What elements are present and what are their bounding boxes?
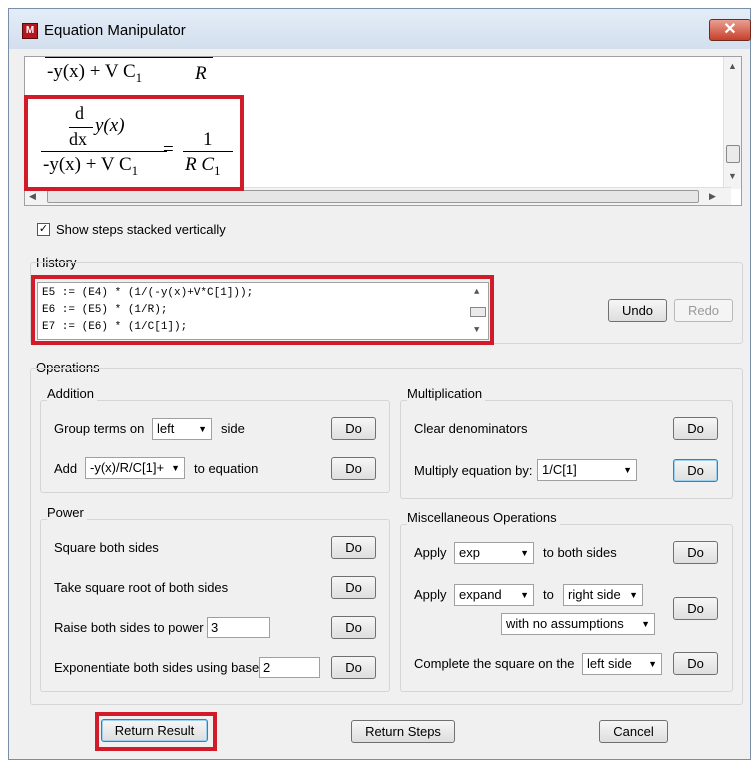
group-side-value: left [157,421,175,436]
square-root-do-button[interactable]: Do [331,576,376,599]
apply-side-value: right side [568,587,621,602]
square-do-button[interactable]: Do [331,536,376,559]
scroll-right-icon[interactable]: ▶ [709,191,716,202]
apply-command-select[interactable]: expand ▼ [454,584,534,606]
multiplication-group [400,400,733,499]
title-bar: M Equation Manipulator ✕ [9,9,751,49]
complete-square-side-value: left side [587,656,632,671]
apply-function-do-button[interactable]: Do [673,541,718,564]
to-label: to [543,587,554,602]
raise-power-input[interactable]: 3 [207,617,270,638]
square-root-label: Take square root of both sides [54,580,229,595]
power-title: Power [47,505,87,520]
show-steps-checkbox[interactable]: ✓ [37,223,50,236]
apply-side-select[interactable]: right side ▼ [563,584,643,606]
apply-label: Apply [414,545,447,560]
square-both-sides-label: Square both sides [54,540,159,555]
assumptions-value: with no assumptions [506,616,624,631]
multiplication-title: Multiplication [407,386,486,401]
window-title: Equation Manipulator [44,22,186,39]
apply-label-2: Apply [414,587,447,602]
math-vscroll-thumb[interactable] [726,145,740,163]
scroll-left-icon[interactable]: ◀ [29,191,36,202]
complete-square-do-button[interactable]: Do [673,652,718,675]
redo-button[interactable]: Redo [674,299,733,322]
multiply-by-label: Multiply equation by: [414,463,533,478]
scroll-up-icon[interactable]: ▲ [728,61,737,71]
add-suffix: to equation [194,461,259,476]
apply-function-value: exp [459,545,480,560]
close-button[interactable]: ✕ [709,19,751,41]
exponentiate-label: Exponentiate both sides using base [54,660,260,675]
eq1-subscript: 1 [135,69,143,85]
group-side-suffix: side [221,421,245,436]
apply-command-value: expand [459,587,502,602]
add-term-select[interactable]: -y(x)/R/C[1]+ ▼ [85,457,185,479]
multiply-do-button[interactable]: Do [673,459,718,482]
show-steps-label: Show steps stacked vertically [56,222,226,237]
add-term-do-button[interactable]: Do [331,457,376,480]
math-vertical-scrollbar[interactable]: ▲ ▼ [723,57,741,189]
multiply-by-select[interactable]: 1/C[1] ▼ [537,459,637,481]
chevron-down-icon: ▼ [198,424,207,434]
group-side-select[interactable]: left ▼ [152,418,212,440]
apply-both-sides-suffix: to both sides [543,545,617,560]
scroll-down-icon[interactable]: ▼ [728,171,737,181]
complete-square-side-select[interactable]: left side ▼ [582,653,662,675]
addition-title: Addition [47,386,97,401]
chevron-down-icon: ▼ [648,659,657,669]
clear-denominators-label: Clear denominators [414,421,528,436]
misc-title: Miscellaneous Operations [407,510,560,525]
apply-function-select[interactable]: exp ▼ [454,542,534,564]
math-hscroll-thumb[interactable] [47,190,699,203]
highlight-box-history [31,275,494,345]
maple-app-icon: M [22,23,38,39]
assumptions-select[interactable]: with no assumptions ▼ [501,613,655,635]
group-terms-label: Group terms on [54,421,145,436]
chevron-down-icon: ▼ [629,590,638,600]
apply-command-do-button[interactable]: Do [673,597,718,620]
raise-power-do-button[interactable]: Do [331,616,376,639]
chevron-down-icon: ▼ [520,548,529,558]
chevron-down-icon: ▼ [171,458,180,478]
cancel-button[interactable]: Cancel [599,720,668,743]
exponentiate-base-input[interactable]: 2 [259,657,320,678]
add-label: Add [54,461,78,476]
group-terms-do-button[interactable]: Do [331,417,376,440]
chevron-down-icon: ▼ [520,590,529,600]
highlight-box-equation [24,95,244,191]
chevron-down-icon: ▼ [623,465,632,475]
eq1-denominator: -y(x) + V C [47,61,136,82]
complete-square-label: Complete the square on the [414,656,575,671]
raise-power-label: Raise both sides to power [54,620,204,635]
clear-denominators-do-button[interactable]: Do [673,417,718,440]
return-steps-button[interactable]: Return Steps [351,720,455,743]
eq1-rhs: R [195,63,207,84]
highlight-box-return-result [95,712,217,751]
exponentiate-do-button[interactable]: Do [331,656,376,679]
multiply-by-value: 1/C[1] [542,462,577,477]
undo-button[interactable]: Undo [608,299,667,322]
add-term-value: -y(x)/R/C[1]+ [90,460,165,475]
chevron-down-icon: ▼ [641,619,650,629]
